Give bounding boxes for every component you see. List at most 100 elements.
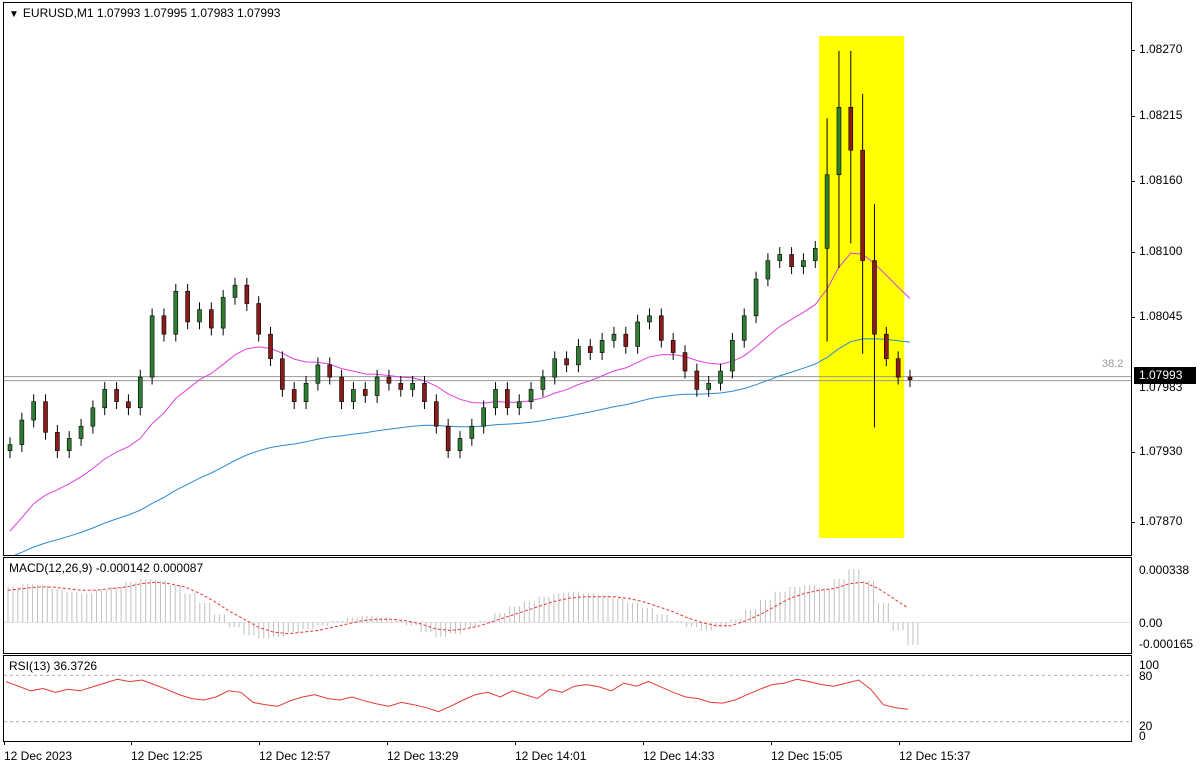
- candle-body: [126, 401, 131, 409]
- candle-body: [161, 315, 167, 335]
- collapse-triangle-icon[interactable]: ▼: [9, 9, 19, 20]
- symbol-header: ▼ EURUSD,M1 1.07993 1.07995 1.07983 1.079…: [9, 6, 280, 20]
- macd-axis-label: 0.00: [1139, 616, 1163, 630]
- candle-body: [327, 364, 333, 378]
- candle-body: [398, 382, 404, 390]
- candle-body: [315, 364, 321, 384]
- candle-body: [149, 315, 155, 378]
- candle-body: [19, 419, 25, 445]
- candle-body: [7, 444, 13, 452]
- candle-body: [706, 382, 711, 390]
- candle-body: [102, 389, 108, 409]
- candle-body: [765, 260, 771, 280]
- fibo-level-label: 38.2: [1102, 358, 1124, 370]
- candle-body: [220, 297, 226, 329]
- candle-body: [114, 389, 119, 402]
- candle-body: [209, 309, 214, 329]
- candle-body: [90, 407, 96, 427]
- candle-body: [576, 346, 581, 366]
- time-axis-label: 12 Dec 12:57: [259, 749, 331, 763]
- price-axis-label: 1.07930: [1139, 444, 1183, 458]
- candle-body: [623, 333, 629, 347]
- candle-body: [505, 389, 510, 409]
- time-tick: [4, 741, 5, 745]
- rsi-line: [5, 678, 909, 713]
- candle-body: [564, 358, 569, 366]
- candle-body: [848, 106, 854, 151]
- candle-body: [824, 174, 830, 249]
- axis-tick: [1131, 452, 1135, 453]
- candle-body: [173, 290, 179, 335]
- macd-axis-label: 0.000338: [1139, 563, 1190, 577]
- candle-body: [469, 425, 475, 439]
- candle-body: [884, 333, 889, 360]
- candle-body: [801, 260, 806, 268]
- candle-body: [232, 284, 238, 298]
- candle-body: [872, 260, 877, 335]
- candle-body: [753, 278, 759, 317]
- macd-header: MACD(12,26,9) -0.000142 0.000087: [9, 561, 204, 575]
- macd-panel[interactable]: MACD(12,26,9) -0.000142 0.000087: [3, 557, 1132, 654]
- time-axis-label: 12 Dec 13:29: [387, 749, 459, 763]
- ma-fast-line: [9, 252, 911, 532]
- price-axis-label: 1.08100: [1139, 244, 1183, 258]
- candle-body: [66, 438, 72, 452]
- time-axis-label: 12 Dec 14:01: [515, 749, 587, 763]
- candle-body: [445, 425, 451, 452]
- rsi-axis-label: 80: [1139, 669, 1153, 683]
- candle-body: [137, 376, 143, 409]
- time-axis-label: 12 Dec 15:37: [899, 749, 971, 763]
- time-tick: [387, 741, 388, 745]
- candle-body: [777, 254, 783, 261]
- time-tick: [131, 741, 132, 745]
- candle-body: [635, 321, 640, 347]
- candle-body: [836, 106, 842, 176]
- candle-body: [860, 149, 865, 261]
- candle-body: [434, 401, 439, 427]
- time-tick: [771, 741, 772, 745]
- rsi-panel[interactable]: RSI(13) 36.3726: [3, 655, 1132, 742]
- candle-body: [386, 376, 392, 384]
- candle-body: [741, 315, 747, 341]
- candle-body: [659, 315, 664, 341]
- axis-tick: [1131, 116, 1135, 117]
- candle-body: [481, 407, 486, 427]
- time-axis-label: 12 Dec 12:25: [131, 749, 203, 763]
- axis-tick: [1131, 317, 1135, 318]
- candle-body: [351, 389, 356, 402]
- candle-body: [303, 382, 309, 402]
- price-chart-canvas[interactable]: [4, 3, 1131, 555]
- price-axis-label: 1.07870: [1139, 514, 1183, 528]
- time-tick: [643, 741, 644, 745]
- candle-body: [78, 425, 84, 439]
- candle-body: [374, 376, 380, 396]
- candle-body: [197, 309, 202, 323]
- candle-body: [599, 340, 605, 353]
- time-tick: [899, 741, 900, 745]
- candle-body: [682, 352, 688, 372]
- candle-body: [670, 340, 676, 353]
- price-chart-panel[interactable]: ▼ EURUSD,M1 1.07993 1.07995 1.07983 1.079…: [3, 2, 1132, 556]
- candle-body: [291, 389, 297, 402]
- price-axis-label: 1.08160: [1139, 173, 1183, 187]
- candle-body: [895, 358, 901, 378]
- highlight-rectangle: [819, 36, 905, 538]
- candle-body: [493, 389, 498, 409]
- rsi-canvas[interactable]: [4, 656, 1131, 741]
- axis-tick: [1131, 252, 1135, 253]
- candle-body: [457, 438, 463, 452]
- current-price-tag: 1.07993: [1134, 367, 1196, 384]
- time-tick: [515, 741, 516, 745]
- candle-body: [552, 358, 558, 378]
- candle-body: [528, 389, 534, 402]
- candle-body: [185, 290, 190, 323]
- rsi-header: RSI(13) 36.3726: [9, 659, 98, 673]
- symbol-quote-text: EURUSD,M1 1.07993 1.07995 1.07983 1.0799…: [22, 6, 281, 20]
- candle-body: [611, 333, 617, 341]
- candle-body: [540, 376, 546, 390]
- price-axis-label: 1.08215: [1139, 108, 1183, 122]
- candle-body: [43, 401, 48, 433]
- time-tick: [259, 741, 260, 745]
- macd-axis-label: -0.000165: [1139, 637, 1194, 651]
- candle-body: [256, 303, 261, 335]
